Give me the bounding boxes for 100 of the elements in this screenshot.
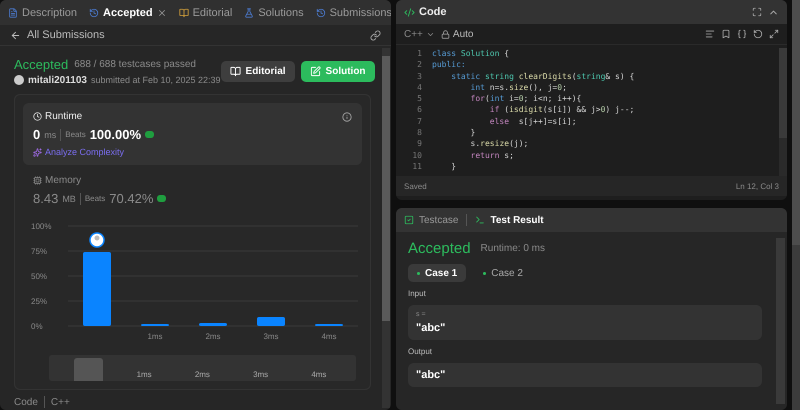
code-line: public: xyxy=(432,59,467,71)
editor-scrollbar[interactable] xyxy=(779,48,787,176)
scrollbar[interactable] xyxy=(776,238,785,404)
code-line: for(int i=0; i<n; i++){ xyxy=(470,93,582,104)
input-value: "abc" xyxy=(416,322,446,334)
panel-tab[interactable]: Accepted xyxy=(89,6,167,18)
document-icon xyxy=(8,8,18,18)
code-line: else s[j++]=s[i]; xyxy=(488,116,578,128)
navigator-label: 3ms xyxy=(252,370,270,381)
beats-value: 70.42% xyxy=(109,191,154,206)
beats-label: Beats xyxy=(65,130,86,139)
status-text: Accepted xyxy=(14,56,68,72)
axis-label: 0% xyxy=(31,322,43,331)
code-line: class Solution { xyxy=(432,48,510,60)
panel-tab[interactable]: Editorial xyxy=(178,6,232,18)
line-number: 2 xyxy=(417,59,422,71)
beats-value: 100.00% xyxy=(90,127,142,142)
runtime-title: Runtime xyxy=(45,111,82,122)
code-line: return s; xyxy=(470,150,515,161)
chart-bar xyxy=(199,323,227,326)
chip-icon xyxy=(33,176,42,185)
code-icon xyxy=(404,6,415,18)
output-label: Output xyxy=(408,347,434,356)
bookmark-icon[interactable] xyxy=(721,29,731,39)
line-number: 9 xyxy=(417,138,422,150)
fullscreen-icon[interactable] xyxy=(752,7,762,17)
code-label: Code xyxy=(14,396,38,408)
line-number: 11 xyxy=(412,160,422,172)
history-icon xyxy=(89,8,100,18)
memory-title: Memory xyxy=(45,175,82,186)
avatar-marker-icon xyxy=(89,232,105,248)
case-tab[interactable]: Case 2 xyxy=(474,264,532,282)
code-line: static string clearDigits(string& s) { xyxy=(450,70,636,82)
axis-label: 3ms xyxy=(263,332,279,341)
terminal-icon xyxy=(475,215,486,225)
output-value: "abc" xyxy=(416,369,446,381)
flask-icon xyxy=(244,8,254,18)
reset-icon[interactable] xyxy=(753,29,763,39)
link-icon[interactable] xyxy=(370,30,381,40)
code-line: s.resize(j); xyxy=(470,138,530,150)
format-icon[interactable] xyxy=(705,29,715,39)
edit-icon xyxy=(310,66,321,76)
line-number: 10 xyxy=(412,150,422,161)
beats-label: Beats xyxy=(84,194,106,203)
axis-label: 25% xyxy=(31,297,48,306)
line-number: 4 xyxy=(417,82,422,94)
info-icon[interactable] xyxy=(342,112,352,122)
axis-label: 4ms xyxy=(321,332,337,341)
checkbox-icon xyxy=(404,215,414,225)
line-number: 6 xyxy=(417,104,422,116)
back-arrow-icon xyxy=(10,30,21,40)
analyze-complexity-link[interactable]: Analyze Complexity xyxy=(45,147,124,157)
unit-text: MB xyxy=(62,194,76,204)
panel-tab[interactable]: Testcase xyxy=(404,214,458,226)
memory-value: 8.43 xyxy=(33,191,58,206)
cursor-position: Ln 12, Col 3 xyxy=(736,182,779,190)
username[interactable]: mitali201103 xyxy=(28,74,87,86)
line-number: 8 xyxy=(417,127,422,138)
testcases-text: 688 / 688 testcases passed xyxy=(74,58,196,70)
editorial-button[interactable]: Editorial xyxy=(220,60,295,82)
navigator-label: 2ms xyxy=(194,370,211,381)
panel-tab[interactable]: Solutions xyxy=(244,6,304,18)
code-line: int n=s.size(), j=0; xyxy=(470,82,568,94)
language-label: C++ xyxy=(50,396,70,408)
axis-label: 50% xyxy=(31,272,48,281)
back-link[interactable]: All Submissions xyxy=(10,29,105,41)
line-number: 3 xyxy=(417,70,422,82)
navigator-handle[interactable] xyxy=(74,358,103,381)
expand-icon[interactable] xyxy=(769,29,779,39)
mode-label: Auto xyxy=(452,28,474,40)
code-line: } xyxy=(450,160,458,172)
scrollbar[interactable] xyxy=(382,48,390,408)
input-label: Input xyxy=(408,289,427,298)
clock-icon xyxy=(33,112,42,121)
axis-label: 100% xyxy=(31,222,52,231)
book-icon xyxy=(230,66,241,76)
line-number: 7 xyxy=(417,116,422,128)
code-line: if (isdigit(s[i]) && j>0) j--; xyxy=(488,104,636,116)
range-navigator[interactable]: 1ms 2ms 3ms 4ms xyxy=(49,355,356,381)
panel-title: Code xyxy=(419,6,446,18)
history-icon xyxy=(316,8,326,18)
saved-status: Saved xyxy=(404,182,427,190)
sparkle-icon xyxy=(33,148,42,156)
avatar-icon xyxy=(14,75,24,85)
submitted-text: submitted at Feb 10, 2025 22:39 xyxy=(90,75,221,85)
axis-label: 1ms xyxy=(147,332,163,341)
braces-icon[interactable] xyxy=(737,29,747,39)
language-select[interactable]: C++ xyxy=(404,28,423,40)
axis-label: 2ms xyxy=(205,332,221,341)
navigator-label: 1ms xyxy=(136,370,153,381)
panel-tab[interactable]: Test Result xyxy=(475,214,544,226)
line-number: 1 xyxy=(417,48,422,60)
close-icon[interactable] xyxy=(156,8,167,18)
runtime-value: 0 xyxy=(33,127,40,142)
chart-bar xyxy=(257,317,285,326)
case-tab[interactable]: Case 1 xyxy=(408,264,466,282)
line-number: 5 xyxy=(417,93,422,104)
runtime-text: Runtime: 0 ms xyxy=(480,243,546,254)
axis-label: 75% xyxy=(31,247,48,256)
panel-tab[interactable]: Description xyxy=(8,6,78,18)
